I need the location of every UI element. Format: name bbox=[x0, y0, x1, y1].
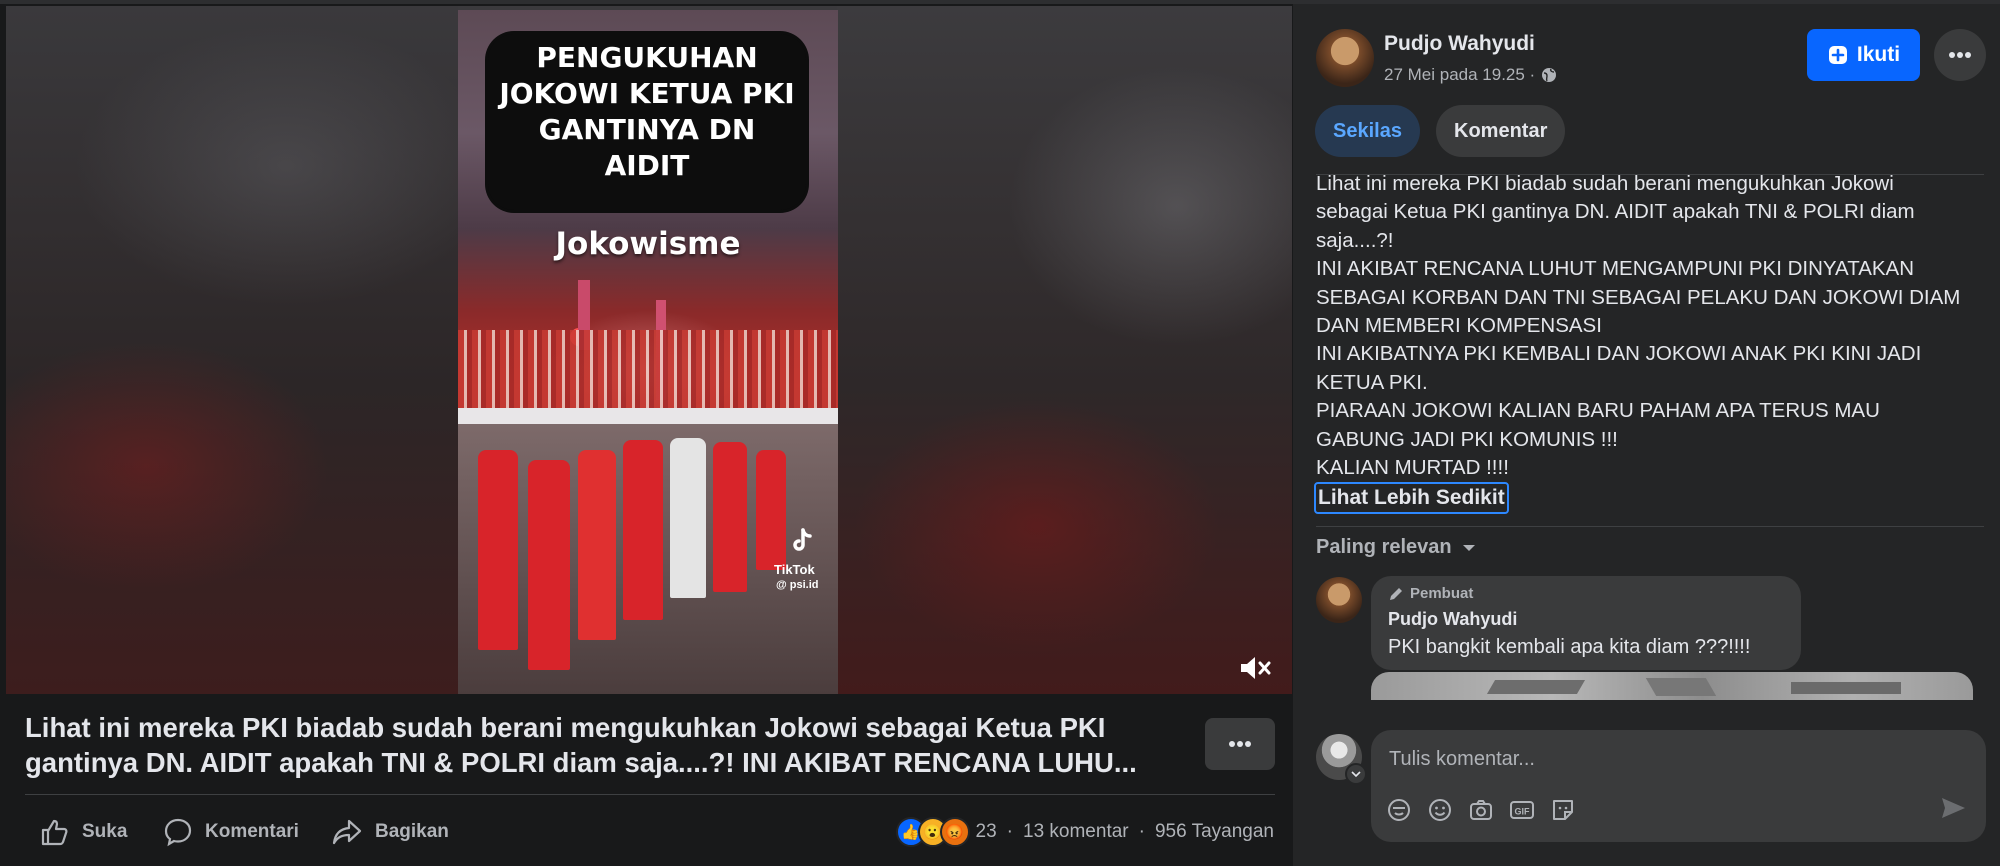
comment-image[interactable] bbox=[1371, 672, 1973, 700]
emoji-icon[interactable] bbox=[1426, 796, 1454, 824]
post-line: sebagai Ketua PKI gantinya DN. AIDIT apa… bbox=[1316, 200, 1915, 224]
video-frame: PENGUKUHAN JOKOWI KETUA PKI GANTINYA DN … bbox=[458, 10, 838, 694]
comment-icon bbox=[164, 818, 192, 847]
video-blur-backdrop-left bbox=[6, 6, 458, 694]
stage-edge bbox=[458, 408, 838, 424]
post-options-button[interactable] bbox=[1934, 29, 1986, 81]
person bbox=[670, 438, 706, 598]
follow-label: Ikuti bbox=[1856, 43, 1901, 66]
follow-plus-icon bbox=[1828, 46, 1847, 64]
author-badge: Pembuat bbox=[1388, 585, 1473, 602]
divider bbox=[25, 794, 1275, 795]
post-line: PIARAAN JOKOWI KALIAN BARU PAHAM APA TER… bbox=[1316, 399, 1880, 423]
post-line: INI AKIBAT RENCANA LUHUT MENGAMPUNI PKI … bbox=[1316, 257, 1915, 281]
overlay-line: GANTINYA DN bbox=[538, 113, 756, 146]
caption-line: gantinya DN. AIDIT apakah TNI & POLRI di… bbox=[25, 747, 1137, 778]
thumbs-up-icon bbox=[41, 819, 68, 846]
share-icon bbox=[332, 819, 362, 845]
post-line: Lihat ini mereka PKI biadab sudah berani… bbox=[1316, 172, 1894, 195]
more-dots-icon bbox=[1949, 52, 1971, 58]
pencil-icon bbox=[1390, 587, 1402, 600]
chevron-down-icon bbox=[1351, 771, 1361, 778]
overlay-subtitle: Jokowisme bbox=[555, 226, 741, 262]
overlay-line: PENGUKUHAN bbox=[536, 41, 758, 74]
caret-down-icon bbox=[1462, 544, 1475, 551]
mute-button[interactable] bbox=[1236, 650, 1272, 686]
post-line: INI AKIBATNYA PKI KEMBALI DAN JOKOWI ANA… bbox=[1316, 342, 1922, 366]
comment-author-avatar[interactable] bbox=[1316, 577, 1362, 623]
tiktok-watermark: TikTok bbox=[774, 562, 815, 577]
post-line: KALIAN MURTAD !!!! bbox=[1316, 456, 1509, 480]
sticker-icon[interactable] bbox=[1549, 796, 1577, 824]
gif-icon[interactable]: GIF bbox=[1508, 796, 1536, 824]
reaction-count[interactable]: 23 bbox=[976, 821, 997, 843]
image-detail bbox=[1645, 678, 1717, 696]
post-stats: 👍 😮 😡 23 · 13 komentar · 956 Tayangan bbox=[895, 816, 1274, 848]
post-text: Lihat ini mereka PKI biadab sudah berani… bbox=[1316, 170, 1986, 482]
person bbox=[528, 460, 570, 670]
post-line: DAN MEMBERI KOMPENSASI bbox=[1316, 314, 1602, 338]
image-detail bbox=[1791, 682, 1901, 694]
tiktok-handle: @ psi.id bbox=[776, 579, 819, 591]
post-timestamp: 27 Mei pada 19.25 · bbox=[1384, 65, 1557, 85]
see-less-link[interactable]: Lihat Lebih Sedikit bbox=[1314, 482, 1509, 514]
overlay-line: JOKOWI KETUA PKI bbox=[499, 77, 795, 110]
view-count: 956 Tayangan bbox=[1154, 821, 1274, 842]
send-icon[interactable] bbox=[1939, 794, 1967, 822]
video-player[interactable]: PENGUKUHAN JOKOWI KETUA PKI GANTINYA DN … bbox=[6, 6, 1292, 694]
person bbox=[756, 450, 786, 570]
timestamp-text[interactable]: 27 Mei pada 19.25 · bbox=[1384, 65, 1535, 85]
badge-label: Pembuat bbox=[1410, 585, 1474, 602]
like-label: Suka bbox=[82, 821, 128, 842]
video-blur-backdrop-right bbox=[837, 6, 1292, 694]
caption-line: Lihat ini mereka PKI biadab sudah berani… bbox=[25, 712, 1106, 743]
person bbox=[713, 442, 747, 592]
comment-sort-dropdown[interactable]: Paling relevan bbox=[1316, 536, 1476, 559]
tab-overview[interactable]: Sekilas bbox=[1315, 105, 1420, 157]
profile-switch-button[interactable] bbox=[1345, 763, 1367, 785]
globe-icon bbox=[1542, 68, 1557, 82]
comment-button[interactable]: Komentari bbox=[163, 816, 299, 848]
overlay-line: AIDIT bbox=[604, 149, 690, 182]
person bbox=[623, 440, 663, 620]
comment-count[interactable]: 13 komentar bbox=[1023, 821, 1129, 843]
comment-author-name[interactable]: Pudjo Wahyudi bbox=[1388, 609, 1517, 630]
stats-separator: · bbox=[1138, 821, 1145, 842]
post-line: SEBAGAI KORBAN DAN TNI SEBAGAI PELAKU DA… bbox=[1316, 285, 1961, 309]
angry-reaction-icon: 😡 bbox=[939, 817, 970, 847]
follow-button[interactable]: Ikuti bbox=[1807, 29, 1920, 81]
like-button[interactable]: Suka bbox=[40, 816, 127, 848]
svg-text:GIF: GIF bbox=[1515, 807, 1531, 817]
post-caption: Lihat ini mereka PKI biadab sudah berani… bbox=[25, 710, 1185, 780]
stats-separator: · bbox=[1006, 821, 1013, 842]
comment-label: Komentari bbox=[205, 821, 299, 842]
share-button[interactable]: Bagikan bbox=[331, 816, 449, 848]
avatar-sticker-icon[interactable] bbox=[1385, 796, 1413, 824]
tiktok-logo-icon bbox=[793, 528, 812, 551]
author-name[interactable]: Pudjo Wahyudi bbox=[1384, 32, 1535, 56]
share-label: Bagikan bbox=[375, 821, 449, 842]
comment-text: PKI bangkit kembali apa kita diam ???!!!… bbox=[1388, 636, 1751, 658]
speaker-muted-icon bbox=[1241, 657, 1271, 679]
comment-input[interactable] bbox=[1387, 740, 1951, 778]
author-avatar[interactable] bbox=[1316, 29, 1374, 87]
post-line: GABUNG JADI PKI KOMUNIS !!! bbox=[1316, 427, 1618, 451]
image-detail bbox=[1486, 680, 1586, 694]
composer-separator bbox=[1293, 700, 2000, 714]
person bbox=[578, 450, 616, 640]
crowd-stands bbox=[458, 330, 838, 410]
comment-composer: GIF bbox=[1371, 730, 1986, 842]
post-line: saja....?! bbox=[1316, 228, 1394, 252]
reaction-icons[interactable]: 👍 😮 😡 bbox=[895, 817, 970, 847]
tab-comments[interactable]: Komentar bbox=[1436, 105, 1566, 157]
more-dots-icon bbox=[1229, 741, 1251, 747]
sort-label: Paling relevan bbox=[1316, 536, 1452, 558]
overlay-caption-text: PENGUKUHAN JOKOWI KETUA PKI GANTINYA DN … bbox=[488, 40, 806, 184]
camera-icon[interactable] bbox=[1467, 796, 1495, 824]
post-line: KETUA PKI. bbox=[1316, 370, 1428, 394]
divider bbox=[1316, 526, 1984, 527]
caption-more-button[interactable] bbox=[1205, 718, 1275, 770]
person bbox=[478, 450, 518, 650]
